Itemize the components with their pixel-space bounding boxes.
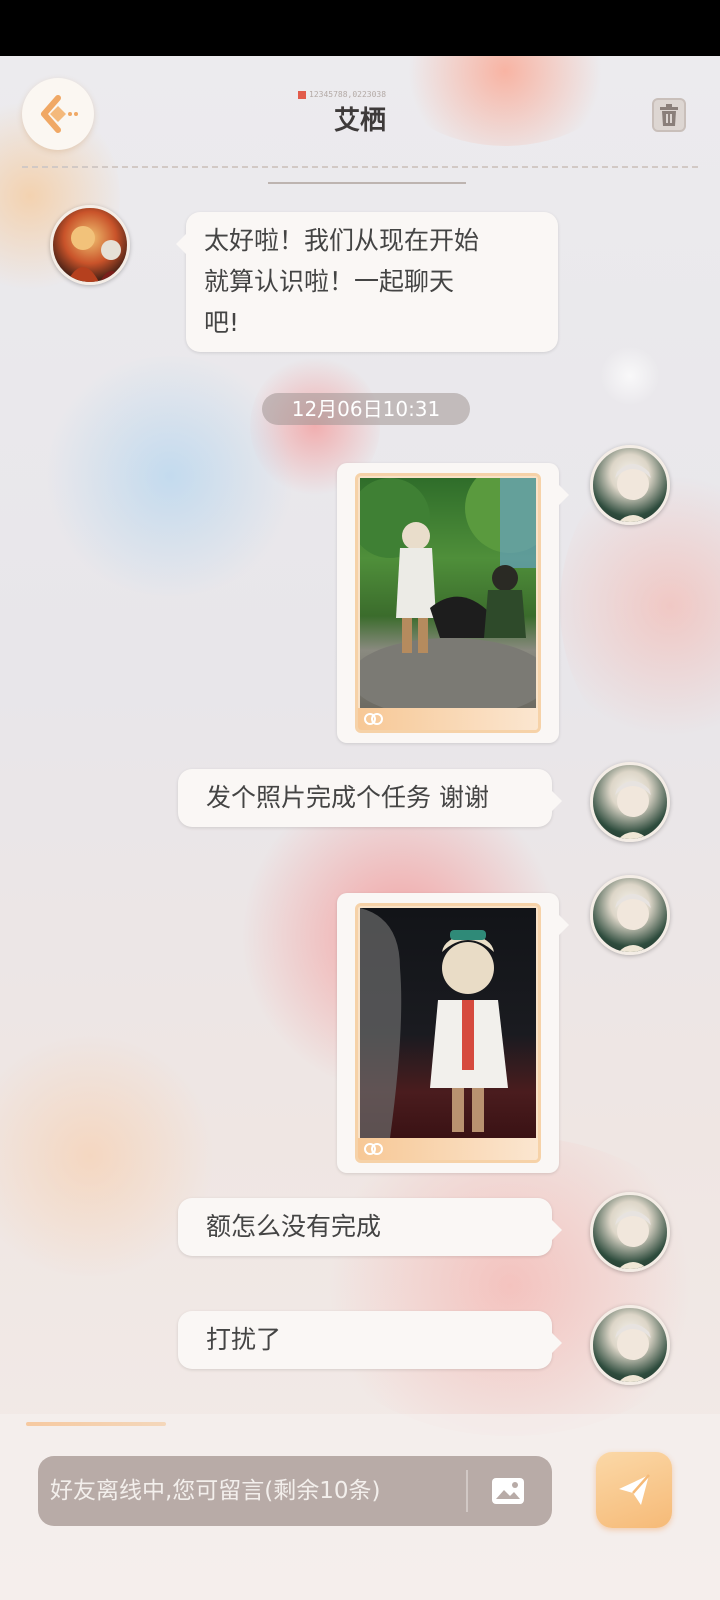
photo-strip: [358, 1138, 538, 1160]
message-text: 太好啦！我们从现在开始: [204, 226, 480, 255]
friend-avatar[interactable]: [50, 205, 130, 285]
photo-frame: [355, 903, 541, 1163]
message-bubble-me[interactable]: 发个照片完成个任务 谢谢: [178, 769, 562, 827]
composer-accent: [26, 1422, 166, 1426]
image-icon: [492, 1478, 524, 1504]
message-timestamp: 12月06日10:31: [262, 393, 470, 425]
send-icon: [619, 1474, 650, 1505]
send-button[interactable]: [596, 1452, 672, 1528]
status-bar: [0, 0, 720, 56]
photo-strip: [358, 708, 538, 730]
my-avatar[interactable]: [590, 445, 670, 525]
link-icon: [364, 1143, 383, 1155]
message-text: 就算认识啦！一起聊天: [204, 267, 455, 296]
send-photo-button[interactable]: [486, 1470, 530, 1512]
user-id: 12345788,0223038: [298, 90, 422, 100]
my-avatar[interactable]: [590, 762, 670, 842]
message-text: 发个照片完成个任务 谢谢: [206, 783, 489, 812]
message-text: 额怎么没有完成: [206, 1212, 382, 1241]
message-bubble-me[interactable]: 额怎么没有完成: [178, 1198, 562, 1256]
message-text: 吧!: [204, 308, 240, 337]
my-avatar[interactable]: [590, 875, 670, 955]
message-bubble-friend[interactable]: 太好啦！我们从现在开始 就算认识啦！一起聊天 吧!: [176, 212, 558, 352]
input-separator: [466, 1470, 468, 1512]
photo-frame: [355, 473, 541, 733]
photo-image: [360, 908, 536, 1138]
header-divider: [22, 166, 698, 168]
my-avatar[interactable]: [590, 1305, 670, 1385]
photo-image: [360, 478, 536, 708]
message-bubble-me[interactable]: 打扰了: [178, 1311, 562, 1369]
photo-message[interactable]: [337, 893, 569, 1173]
back-button[interactable]: [22, 78, 94, 150]
message-input[interactable]: [38, 1456, 552, 1526]
trash-icon: [660, 104, 678, 126]
message-text: 打扰了: [206, 1325, 282, 1354]
load-more-indicator: [268, 182, 466, 184]
link-icon: [364, 713, 383, 725]
chevron-left-icon: [41, 95, 78, 133]
delete-chat-button[interactable]: [652, 98, 686, 132]
my-avatar[interactable]: [590, 1192, 670, 1272]
photo-message[interactable]: [337, 463, 569, 743]
chat-title: 艾栖: [333, 106, 386, 136]
